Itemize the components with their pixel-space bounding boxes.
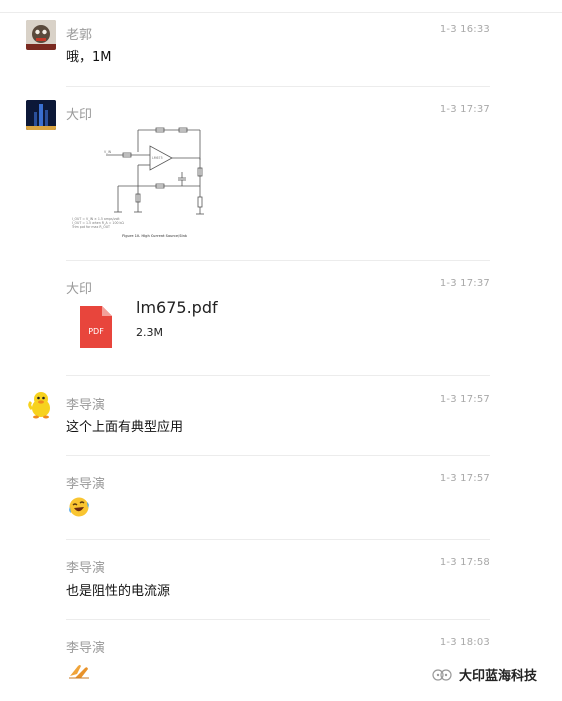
message-separator [66,375,490,376]
timestamp: 1-3 18:03 [439,637,490,648]
watermark-text: 大印蓝海科技 [459,669,538,684]
message-text[interactable]: 也是阻性的电流源 [66,580,170,599]
timestamp: 1-3 17:57 [439,394,490,405]
sender-name: 李导演 [66,561,106,576]
file-name[interactable]: lm675.pdf [136,298,218,317]
emoji-clap [69,665,89,679]
timestamp: 1-3 17:37 [439,278,490,289]
timestamp: 1-3 16:33 [439,24,490,35]
duck-avatar-icon [28,392,50,419]
timestamp: 1-3 17:57 [439,473,490,484]
sender-name: 大印 [66,108,93,123]
pdf-file-icon[interactable]: PDF [80,306,112,348]
clapping-hands-emoji-icon[interactable] [67,658,91,682]
avatar-dayin[interactable] [26,100,56,130]
circuit-label-amp: LM675 [152,156,163,160]
message-separator [66,86,490,87]
circuit-caption: Figure 10. High Current Source/Sink [122,234,188,238]
message-separator [66,260,490,261]
wechat-official-account-icon [432,668,452,681]
sender-name: 大印 [66,282,93,297]
avatar-image [26,20,56,50]
avatar-laoguo[interactable] [26,20,56,50]
pdf-icon: PDF [80,306,112,348]
message-separator [66,619,490,620]
circuit-schematic: V_IN LM675 I_OUT = V_IN × 1.5 amps/volt … [71,127,204,238]
sender-name: 李导演 [66,641,106,656]
pdf-icon-label: PDF [88,327,104,336]
top-divider [0,12,562,13]
sender-name: 李导演 [66,398,106,413]
sender-name: 老郭 [66,28,93,43]
message-separator [66,539,490,540]
circuit-image[interactable]: V_IN LM675 I_OUT = V_IN × 1.5 amps/volt … [68,122,218,240]
file-size: 2.3M [136,326,163,339]
message-text[interactable]: 哦，1M [66,46,112,65]
circuit-label-vin: V_IN [104,150,112,154]
timestamp: 1-3 17:58 [439,557,490,568]
avatar-lidaoyan[interactable] [26,389,56,419]
message-text[interactable]: 这个上面有典型应用 [66,416,183,435]
timestamp: 1-3 17:37 [439,104,490,115]
sender-name: 李导演 [66,477,106,492]
wechat-watermark: 大印蓝海科技 [431,665,537,684]
message-separator [66,455,490,456]
circuit-note: Trim pot for max R_OUT [71,225,110,229]
avatar-image [26,100,56,130]
laughing-crying-emoji-icon[interactable] [67,495,91,519]
emoji-laugh-cry [69,497,89,517]
